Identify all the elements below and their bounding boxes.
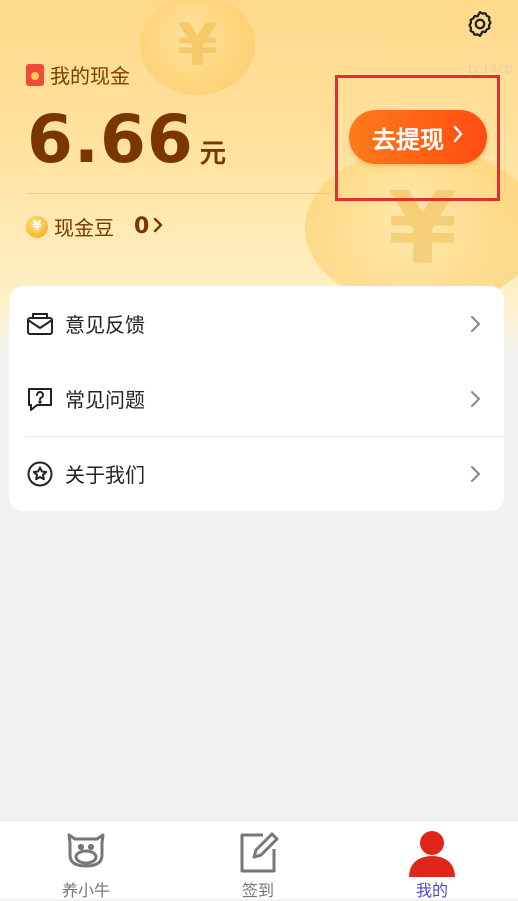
envelope-icon xyxy=(25,309,55,339)
tab-cow[interactable]: 养小牛 xyxy=(0,821,172,900)
menu-item-label: 意见反馈 xyxy=(65,313,145,337)
menu-card: 意见反馈 常见问题 关于我们 xyxy=(9,286,504,511)
question-bubble-icon xyxy=(25,384,55,414)
tab-mine[interactable]: 我的 xyxy=(346,821,518,900)
chevron-right-icon xyxy=(471,390,480,407)
tab-label: 养小牛 xyxy=(61,881,110,900)
chevron-right-icon xyxy=(153,215,163,239)
tab-sign-in[interactable]: 签到 xyxy=(172,821,344,900)
cash-beans-row[interactable]: ¥ 现金豆 0 xyxy=(26,212,163,241)
cash-amount: 6.66 元 xyxy=(27,100,226,180)
menu-item-faq[interactable]: 常见问题 xyxy=(9,361,504,436)
menu-item-label: 关于我们 xyxy=(65,463,145,487)
cash-beans-label: 现金豆 xyxy=(54,216,114,240)
highlight-box xyxy=(335,75,500,201)
divider xyxy=(26,193,331,194)
yen-coin-icon: ¥ xyxy=(26,215,48,238)
gear-icon xyxy=(468,11,492,37)
cash-amount-value: 6.66 xyxy=(27,101,194,178)
cash-beans-value: 0 xyxy=(134,214,150,239)
chevron-right-icon xyxy=(471,315,480,332)
cash-title: 我的现金 xyxy=(26,60,130,89)
red-packet-icon xyxy=(26,63,44,86)
sign-in-icon xyxy=(240,832,279,873)
menu-item-label: 常见问题 xyxy=(65,388,145,412)
settings-button[interactable] xyxy=(462,6,498,42)
star-circle-icon xyxy=(25,459,55,489)
cow-icon xyxy=(67,833,105,868)
menu-item-feedback[interactable]: 意见反馈 xyxy=(9,286,504,361)
menu-item-about[interactable]: 关于我们 xyxy=(9,436,504,511)
tab-label: 签到 xyxy=(241,881,274,900)
cash-amount-unit: 元 xyxy=(199,139,226,169)
cash-title-label: 我的现金 xyxy=(50,64,130,88)
tab-label: 我的 xyxy=(415,881,448,900)
profile-icon xyxy=(409,831,455,877)
chevron-right-icon xyxy=(471,465,480,482)
coin-decoration: ¥ xyxy=(140,0,255,95)
bottom-tab-bar: 养小牛 签到 我的 xyxy=(0,820,518,900)
